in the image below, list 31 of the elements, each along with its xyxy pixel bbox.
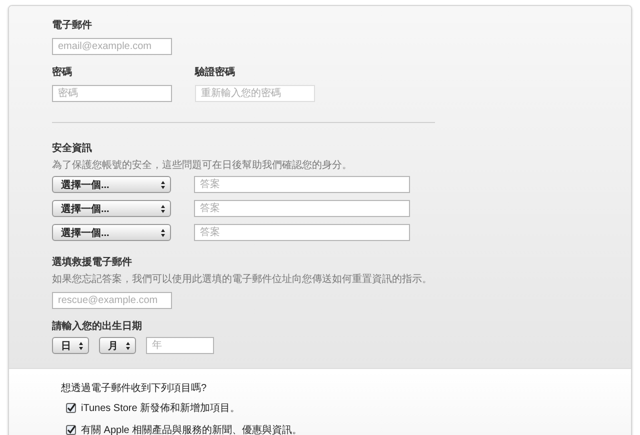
field-label: 驗證密碼 (195, 66, 236, 79)
answer-field[interactable]: 答案 (194, 176, 410, 193)
section-title: 選填救援電子郵件 (52, 256, 133, 269)
answer-field[interactable]: 答案 (194, 200, 410, 217)
stepper-arrows-icon (161, 228, 165, 236)
checkbox[interactable] (66, 425, 76, 435)
day-dropdown[interactable]: 日 (52, 337, 89, 354)
confirm-password-field[interactable]: 重新輸入您的密碼 (195, 85, 315, 102)
question-dropdown[interactable]: 選擇一個... (52, 200, 171, 217)
question-dropdown[interactable]: 選擇一個... (52, 176, 171, 193)
answer-field[interactable]: 答案 (194, 224, 410, 241)
section-title: 安全資訊 (52, 141, 93, 155)
year-field[interactable]: 年 (146, 337, 214, 354)
newsletter-question: 想透過電子郵件收到下列項目嗎? (61, 382, 208, 395)
question-dropdown[interactable]: 選擇一個... (52, 224, 171, 241)
checkbox[interactable] (66, 403, 76, 413)
section-description: 如果您忘記答案，我們可以使用此選填的電子郵件位址向您傳送如何重置資訊的指示。 (52, 272, 433, 286)
stepper-arrows-icon (79, 342, 83, 350)
password-field[interactable]: 密碼 (52, 85, 172, 102)
checkbox-label: iTunes Store 新發佈和新增加項目。 (81, 402, 240, 415)
month-dropdown[interactable]: 月 (99, 337, 136, 354)
checkbox-label: 有關 Apple 相關產品與服務的新聞、優惠與資訊。 (81, 424, 302, 435)
stepper-arrows-icon (161, 204, 165, 212)
stepper-arrows-icon (161, 180, 165, 188)
field-label: 密碼 (52, 66, 73, 79)
stepper-arrows-icon (126, 342, 130, 350)
section-description: 為了保護您帳號的安全，這些問題可在日後幫助我們確認您的身分。 (52, 158, 353, 172)
field-label: 電子郵件 (52, 18, 93, 32)
section-title: 請輸入您的出生日期 (52, 320, 143, 333)
email-field[interactable]: email@example.com (52, 38, 172, 55)
rescue-email-field[interactable]: rescue@example.com (52, 292, 172, 309)
